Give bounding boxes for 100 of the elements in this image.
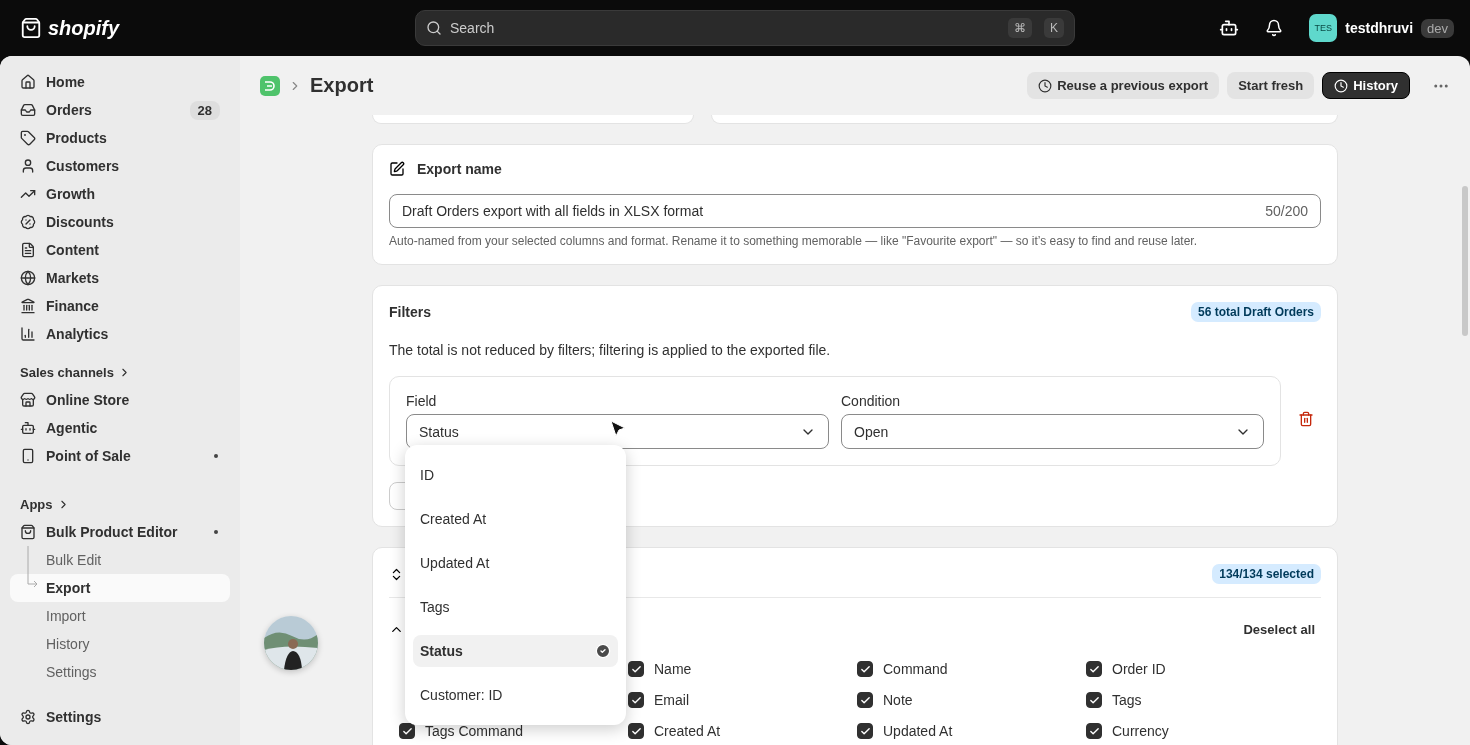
nav-item[interactable]: Settings — [10, 703, 230, 731]
globe-icon — [20, 270, 36, 286]
dropdown-option[interactable]: Created At — [413, 503, 618, 535]
dev-tag: dev — [1421, 18, 1454, 38]
nav-item[interactable]: Growth — [10, 180, 230, 208]
notifications-icon[interactable] — [1265, 19, 1284, 37]
column-label: Created At — [654, 723, 721, 739]
count-badge: 28 — [189, 100, 220, 120]
checkbox[interactable] — [857, 661, 873, 677]
nav-item[interactable]: Products — [10, 124, 230, 152]
checkbox[interactable] — [1086, 723, 1102, 739]
brand-name: shopify — [48, 16, 120, 40]
dropdown-option[interactable]: Updated At — [413, 547, 618, 579]
user-name: testdhruvi — [1345, 20, 1414, 36]
card-title: Export name — [417, 161, 502, 177]
nav-item[interactable]: Online Store — [10, 386, 230, 414]
nav-item[interactable]: Content — [10, 236, 230, 264]
delete-icon[interactable] — [1298, 411, 1314, 427]
page-title: Export — [310, 74, 374, 97]
check-icon — [630, 663, 642, 675]
user-avatar[interactable]: TES — [1309, 14, 1338, 42]
field-label: Field — [406, 393, 438, 409]
search-icon — [426, 20, 442, 36]
dropdown-option[interactable]: ID — [413, 459, 618, 491]
checkbox[interactable] — [857, 723, 873, 739]
document-icon — [20, 242, 36, 258]
nav-item[interactable]: Customers — [10, 152, 230, 180]
field-label: Condition — [841, 393, 902, 409]
inbox-icon — [20, 102, 36, 118]
header-button[interactable]: Start fresh — [1227, 72, 1315, 99]
check-icon — [595, 643, 611, 659]
check-icon — [1088, 725, 1100, 737]
check-icon — [630, 725, 642, 737]
header-button[interactable]: Reuse a previous export — [1027, 72, 1220, 99]
sub-nav-item[interactable]: Settings — [10, 658, 230, 686]
discount-icon — [20, 214, 36, 230]
checkbox[interactable] — [857, 692, 873, 708]
help-text: Auto-named from your selected columns and format. Rename it to something memorable — like "Favourite export" — so it’s easy to find and reuse later. — [389, 234, 1198, 248]
column-label: Tags Command — [425, 723, 524, 739]
column-label: Name — [654, 661, 692, 677]
dropdown-option[interactable]: Customer: ID — [413, 679, 618, 711]
section-title[interactable]: Apps — [10, 490, 230, 518]
checkbox[interactable] — [628, 661, 644, 677]
nav-item[interactable]: Analytics — [10, 320, 230, 348]
check-icon — [1088, 663, 1100, 675]
app-logo-icon — [260, 75, 280, 96]
shortcut-key: ⌘ — [1008, 18, 1032, 38]
dropdown-option[interactable]: Status — [413, 635, 618, 667]
nav-item[interactable]: Markets — [10, 264, 230, 292]
section-title[interactable]: Sales channels — [10, 358, 230, 386]
bank-icon — [20, 298, 36, 314]
column-label: Command — [883, 661, 948, 677]
clock-icon — [1038, 78, 1053, 93]
condition-select[interactable]: Open — [841, 414, 1264, 449]
sub-nav-item[interactable]: Bulk Edit — [10, 546, 230, 574]
column-label: Email — [654, 692, 689, 708]
sub-nav-item[interactable]: Export — [10, 574, 230, 602]
filter-note: The total is not reduced by filters; filtering is applied to the exported file. — [389, 342, 832, 358]
check-icon — [859, 725, 871, 737]
count-badge: 134/134 selected — [1212, 564, 1321, 584]
checkbox[interactable] — [628, 692, 644, 708]
export-name-field[interactable]: Draft Orders export with all fields in XLSX format 50/200 — [389, 194, 1321, 228]
dropdown-option[interactable]: Tags — [413, 591, 618, 623]
nav-item[interactable]: Discounts — [10, 208, 230, 236]
nav-item[interactable]: Agentic — [10, 414, 230, 442]
tag-icon — [20, 130, 36, 146]
check-icon — [859, 663, 871, 675]
header-button[interactable]: History — [1322, 72, 1410, 99]
checkbox[interactable] — [1086, 661, 1102, 677]
shortcut-key: K — [1044, 18, 1064, 38]
check-icon — [859, 694, 871, 706]
nav-item[interactable]: Bulk Product Editor — [10, 518, 230, 546]
nav-item[interactable]: Home — [10, 68, 230, 96]
home-icon — [20, 74, 36, 90]
check-icon — [1088, 694, 1100, 706]
column-label: Currency — [1112, 723, 1169, 739]
nav-item[interactable]: Orders 28 — [10, 96, 230, 124]
app-icon — [20, 524, 36, 540]
edit-icon — [389, 161, 405, 177]
checkbox[interactable] — [1086, 692, 1102, 708]
bar-chart-icon — [20, 326, 36, 342]
check-icon — [401, 725, 413, 737]
settings-icon — [20, 709, 36, 725]
person-icon — [20, 158, 36, 174]
column-label: Updated At — [883, 723, 953, 739]
sub-nav-item[interactable]: Import — [10, 602, 230, 630]
search-field[interactable]: Search ⌘ K — [415, 10, 1075, 46]
assistant-icon[interactable] — [1219, 18, 1240, 38]
nav-item[interactable]: Finance — [10, 292, 230, 320]
checkbox[interactable] — [399, 723, 415, 739]
count-badge: 56 total Draft Orders — [1190, 302, 1321, 322]
phone-icon — [20, 448, 36, 464]
column-label: Order ID — [1112, 661, 1166, 677]
sub-nav-item[interactable]: History — [10, 630, 230, 658]
robot-icon — [20, 420, 36, 436]
deselect-all-button[interactable]: Deselect all — [1237, 621, 1321, 638]
nav-item[interactable]: Point of Sale — [10, 442, 230, 470]
card-title: Filters — [389, 304, 431, 320]
column-label: Note — [883, 692, 913, 708]
checkbox[interactable] — [628, 723, 644, 739]
